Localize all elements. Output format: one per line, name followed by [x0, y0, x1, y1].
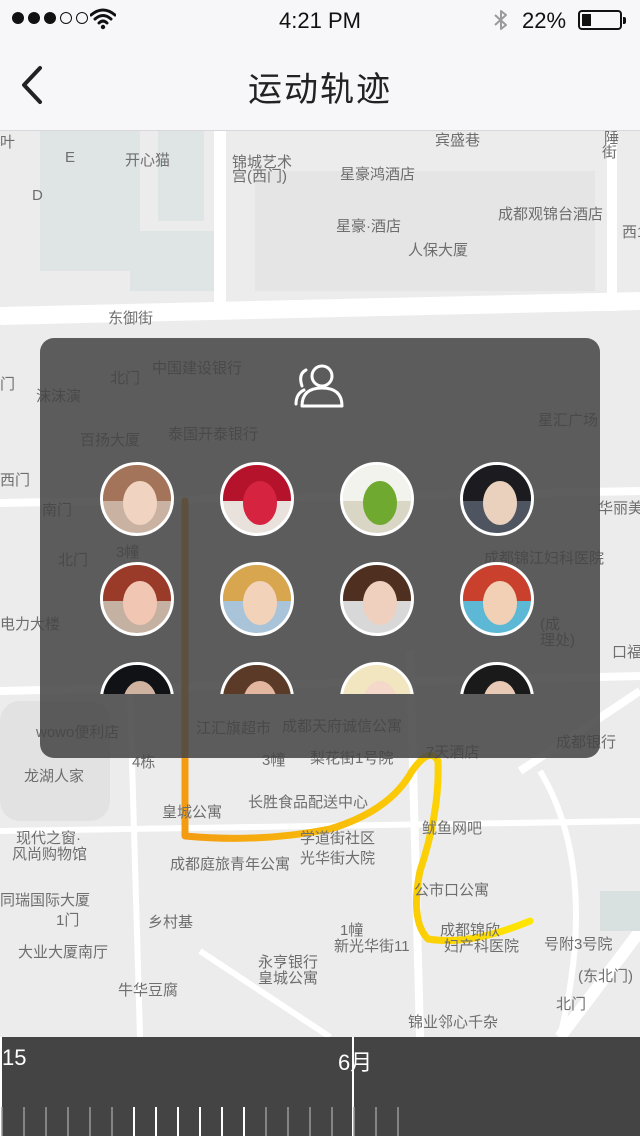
map-label: 皇城公寓 — [162, 804, 223, 821]
map-label: 1门 — [56, 912, 80, 929]
avatar-4[interactable] — [460, 462, 534, 536]
avatar-5[interactable] — [100, 562, 174, 636]
map-label: 东御街 — [108, 310, 154, 327]
avatar-8[interactable] — [460, 562, 534, 636]
map-label: 成都观锦台酒店 — [498, 206, 604, 223]
avatar-2[interactable] — [220, 462, 294, 536]
map-label: 龙湖人家 — [24, 768, 85, 785]
map-label: 光华街大院 — [300, 850, 376, 867]
map-label: 星豪鸿酒店 — [340, 166, 416, 183]
map-label: 鱿鱼网吧 — [422, 820, 483, 837]
map-label: 大业大厦南厅 — [18, 944, 109, 961]
group-members-panel — [40, 338, 600, 758]
avatar-12[interactable] — [460, 662, 534, 694]
avatar-6[interactable] — [220, 562, 294, 636]
avatar-9[interactable] — [100, 662, 174, 694]
timeline-day-label: 15 — [2, 1045, 27, 1070]
map-label: 北门 — [556, 996, 587, 1013]
map-label: 叶 — [0, 134, 16, 151]
bluetooth-icon — [494, 10, 507, 30]
map-label: 成都庭旅青年公寓 — [170, 856, 291, 873]
nav-bar: 运动轨迹 — [0, 40, 640, 131]
map-label: 门 — [0, 376, 16, 393]
map-label: 号附3号院 — [544, 936, 613, 953]
map-label: D — [32, 187, 43, 204]
battery-percent: 22% — [522, 8, 567, 33]
avatar-face — [123, 481, 157, 525]
map-label: 宫(西门) — [232, 168, 287, 185]
map-label: 皇城公寓 — [258, 970, 319, 987]
map-label: 星豪·酒店 — [336, 218, 401, 235]
status-bar: 4:21 PM 22% — [0, 0, 640, 40]
avatar-face — [483, 581, 517, 625]
map-label: 宾盛巷 — [435, 132, 481, 149]
map-label: 华丽美 — [598, 500, 640, 517]
avatar-1[interactable] — [100, 462, 174, 536]
map-label: E — [65, 149, 76, 166]
map-label: 口福 — [612, 644, 640, 661]
avatar-grid — [40, 462, 600, 694]
avatar-7[interactable] — [340, 562, 414, 636]
map-label: 公市口公寓 — [414, 882, 490, 899]
avatar-face — [363, 581, 397, 625]
avatar-face — [243, 481, 277, 525]
map-label: 锦业邻心千杂 — [408, 1014, 499, 1031]
map-label: (东北门) — [578, 968, 633, 985]
map-label: 人保大厦 — [408, 242, 469, 259]
battery-icon — [578, 10, 626, 30]
avatar-10[interactable] — [220, 662, 294, 694]
map-label: 风尚购物馆 — [12, 846, 88, 863]
avatar-face — [243, 581, 277, 625]
avatar-3[interactable] — [340, 462, 414, 536]
map-label: 妇产科医院 — [444, 938, 520, 955]
avatar-face — [363, 481, 397, 525]
avatar-face — [123, 581, 157, 625]
avatar-face — [483, 481, 517, 525]
map-label: 长胜食品配送中心 — [248, 794, 369, 811]
avatar-11[interactable] — [340, 662, 414, 694]
map-label: 学道街社区 — [300, 830, 376, 847]
map-label: 街 — [602, 144, 618, 161]
map-label: 新光华街11 — [334, 938, 410, 955]
page-title: 运动轨迹 — [248, 71, 392, 109]
map-label: 西1 — [622, 224, 640, 241]
map-label: 西门 — [0, 472, 31, 489]
timeline-month-label: 6月 — [338, 1050, 373, 1075]
map-label: 同瑞国际大厦 — [0, 892, 91, 909]
timeline-ticks[interactable] — [0, 1101, 640, 1136]
map-label: 牛华豆腐 — [118, 982, 179, 999]
map-label: 乡村基 — [148, 914, 194, 931]
people-icon[interactable] — [292, 360, 348, 412]
map-label: 开心猫 — [125, 152, 171, 169]
timeline-scrubber[interactable]: 15 6月 — [0, 1037, 640, 1136]
